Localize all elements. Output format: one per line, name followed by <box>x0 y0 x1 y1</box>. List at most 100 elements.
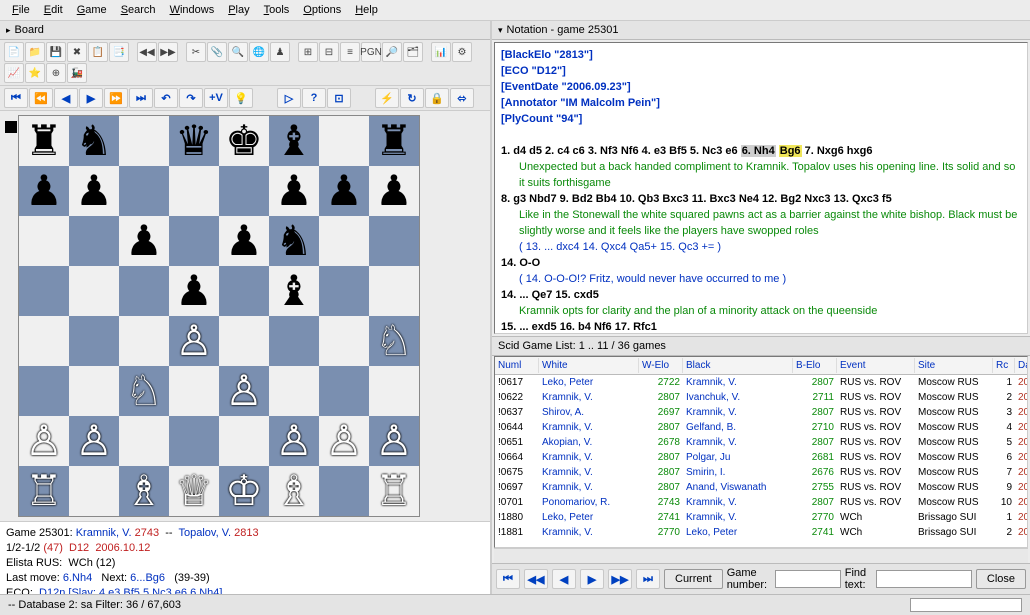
square-b5[interactable] <box>69 266 119 316</box>
nav-button-16[interactable]: ↻ <box>400 88 424 108</box>
square-f1[interactable]: ♗ <box>269 466 319 516</box>
nav-button-13[interactable]: ⊡ <box>327 88 351 108</box>
toolbar-button-0[interactable]: 📄 <box>4 42 24 62</box>
square-f4[interactable] <box>269 316 319 366</box>
square-c1[interactable]: ♗ <box>119 466 169 516</box>
nav-button-9[interactable]: 💡 <box>229 88 253 108</box>
nav-button-7[interactable]: ↷ <box>179 88 203 108</box>
prev-page-button[interactable]: ◀◀ <box>524 569 548 589</box>
col-rc[interactable]: Rc <box>993 358 1015 373</box>
square-b3[interactable] <box>69 366 119 416</box>
square-g7[interactable]: ♟ <box>319 166 369 216</box>
square-e7[interactable] <box>219 166 269 216</box>
nav-button-6[interactable]: ↶ <box>154 88 178 108</box>
square-h5[interactable] <box>369 266 419 316</box>
square-f2[interactable]: ♙ <box>269 416 319 466</box>
nav-button-4[interactable]: ⏩ <box>104 88 128 108</box>
gamelist-row[interactable]: !0664Kramnik, V.2807Polgar, Ju2681RUS vs… <box>495 450 1027 465</box>
square-g3[interactable] <box>319 366 369 416</box>
square-h4[interactable]: ♘ <box>369 316 419 366</box>
gamelist-row[interactable]: !0637Shirov, A.2697Kramnik, V.2807RUS vs… <box>495 405 1027 420</box>
toolbar-button-18[interactable]: ≡ <box>340 42 360 62</box>
game-number-input[interactable] <box>775 570 841 588</box>
nav-button-15[interactable]: ⚡ <box>375 88 399 108</box>
square-g4[interactable] <box>319 316 369 366</box>
square-e3[interactable]: ♙ <box>219 366 269 416</box>
next-page-button[interactable]: ▶▶ <box>608 569 632 589</box>
menu-file[interactable]: File <box>6 2 36 18</box>
square-b6[interactable] <box>69 216 119 266</box>
nav-button-1[interactable]: ⏪ <box>29 88 53 108</box>
toolbar-button-20[interactable]: 🔎 <box>382 42 402 62</box>
col-white[interactable]: White <box>539 358 639 373</box>
gamelist-row[interactable]: !0697Kramnik, V.2807Anand, Viswanath2755… <box>495 480 1027 495</box>
menu-windows[interactable]: Windows <box>164 2 221 18</box>
square-g1[interactable] <box>319 466 369 516</box>
toolbar-button-2[interactable]: 💾 <box>46 42 66 62</box>
gamelist-row[interactable]: !0644Kramnik, V.2807Gelfand, B.2710RUS v… <box>495 420 1027 435</box>
square-b1[interactable] <box>69 466 119 516</box>
close-button[interactable]: Close <box>976 569 1026 589</box>
square-a1[interactable]: ♖ <box>19 466 69 516</box>
last-game-button[interactable]: ⏭ <box>636 569 660 589</box>
square-a7[interactable]: ♟ <box>19 166 69 216</box>
square-e1[interactable]: ♔ <box>219 466 269 516</box>
menu-help[interactable]: Help <box>349 2 384 18</box>
square-a3[interactable] <box>19 366 69 416</box>
square-h6[interactable] <box>369 216 419 266</box>
collapse-icon[interactable]: ▸ <box>6 25 11 36</box>
gamelist-row[interactable]: !1881Kramnik, V.2770Leko, Peter2741WChBr… <box>495 525 1027 540</box>
square-e5[interactable] <box>219 266 269 316</box>
nav-button-2[interactable]: ◀ <box>54 88 78 108</box>
toolbar-button-28[interactable]: 🚂 <box>67 63 87 83</box>
square-c6[interactable]: ♟ <box>119 216 169 266</box>
gamelist-row[interactable]: !1880Leko, Peter2741Kramnik, V.2770WChBr… <box>495 510 1027 525</box>
col-w-elo[interactable]: W-Elo <box>639 358 683 373</box>
gamelist-row[interactable]: !0675Kramnik, V.2807Smirin, I.2676RUS vs… <box>495 465 1027 480</box>
col-date[interactable]: Date <box>1015 358 1028 373</box>
move-line[interactable]: 14. ... Qe7 15. cxd5 <box>501 287 1021 303</box>
square-f3[interactable] <box>269 366 319 416</box>
toolbar-button-27[interactable]: ⊕ <box>46 63 66 83</box>
square-h8[interactable]: ♜ <box>369 116 419 166</box>
nav-button-17[interactable]: 🔒 <box>425 88 449 108</box>
square-c5[interactable] <box>119 266 169 316</box>
col-event[interactable]: Event <box>837 358 915 373</box>
first-game-button[interactable]: ⏮ <box>496 569 520 589</box>
prev-game-button[interactable]: ◀ <box>552 569 576 589</box>
notation-area[interactable]: [BlackElo "2813"][ECO "D12"][EventDate "… <box>494 42 1028 334</box>
menu-tools[interactable]: Tools <box>258 2 296 18</box>
toolbar-button-10[interactable]: ✂ <box>186 42 206 62</box>
col-black[interactable]: Black <box>683 358 793 373</box>
next-move[interactable]: 6...Bg6 <box>130 572 165 584</box>
menu-play[interactable]: Play <box>222 2 255 18</box>
toolbar-button-3[interactable]: ✖ <box>67 42 87 62</box>
square-c7[interactable] <box>119 166 169 216</box>
collapse-icon[interactable]: ▾ <box>498 25 503 36</box>
menu-search[interactable]: Search <box>115 2 162 18</box>
chess-board[interactable]: ♜♞♛♚♝♜♟♟♟♟♟♟♟♞♟♝♙♘♘♙♙♙♙♙♙♖♗♕♔♗♖ <box>18 115 420 517</box>
toolbar-button-17[interactable]: ⊟ <box>319 42 339 62</box>
square-f5[interactable]: ♝ <box>269 266 319 316</box>
square-b8[interactable]: ♞ <box>69 116 119 166</box>
next-game-button[interactable]: ▶ <box>580 569 604 589</box>
square-d3[interactable] <box>169 366 219 416</box>
black-player[interactable]: Topalov, V. <box>178 527 231 539</box>
square-g5[interactable] <box>319 266 369 316</box>
toolbar-button-7[interactable]: ◀◀ <box>137 42 157 62</box>
find-text-input[interactable] <box>876 570 972 588</box>
menu-game[interactable]: Game <box>71 2 113 18</box>
square-a8[interactable]: ♜ <box>19 116 69 166</box>
square-f7[interactable]: ♟ <box>269 166 319 216</box>
square-f8[interactable]: ♝ <box>269 116 319 166</box>
move-line[interactable]: 14. O-O <box>501 255 1021 271</box>
nav-button-11[interactable]: ▷ <box>277 88 301 108</box>
square-c3[interactable]: ♘ <box>119 366 169 416</box>
square-c8[interactable] <box>119 116 169 166</box>
toolbar-button-4[interactable]: 📋 <box>88 42 108 62</box>
white-player[interactable]: Kramnik, V. <box>76 527 132 539</box>
square-h3[interactable] <box>369 366 419 416</box>
square-d2[interactable] <box>169 416 219 466</box>
toolbar-button-12[interactable]: 🔍 <box>228 42 248 62</box>
toolbar-button-19[interactable]: PGN <box>361 42 381 62</box>
